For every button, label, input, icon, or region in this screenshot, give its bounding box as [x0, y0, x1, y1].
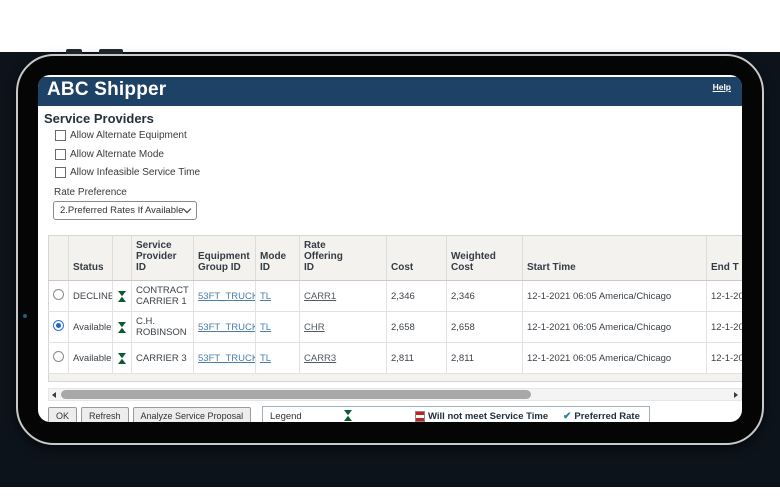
column-header-cost: Cost — [387, 236, 447, 281]
column-header-provider: Service Provider ID — [132, 236, 194, 281]
equipment-link[interactable]: 53FT_TRUCK — [198, 322, 256, 333]
hourglass-icon — [117, 321, 127, 334]
app-title: ABC Shipper — [47, 79, 166, 101]
page-title: Service Providers — [44, 111, 154, 126]
screenshot-stage: ABC Shipper Help Service Providers Allow… — [0, 0, 780, 500]
service-providers-table: Status Service Provider ID Equipment Gro… — [48, 235, 742, 382]
table-row: Available C.H. ROBINSON 53FT_TRUCK TL CH… — [49, 312, 743, 343]
scroll-left-arrow-icon[interactable] — [52, 392, 56, 398]
rate-preference-select[interactable]: 2.Preferred Rates If Available — [53, 201, 197, 220]
table-header-row: Status Service Provider ID Equipment Gro… — [49, 236, 743, 281]
status-cell: Available — [69, 312, 113, 343]
end-time-cell: 12-1-20 — [707, 312, 743, 343]
legend-label: Legend — [270, 411, 302, 422]
chevron-down-icon — [183, 205, 191, 213]
table-row: DECLINED CONTRACT CARRIER 1 53FT_TRUCK T… — [49, 281, 743, 312]
row1-radio[interactable] — [53, 289, 64, 300]
provider-cell: C.H. ROBINSON — [132, 312, 194, 343]
app-screen: ABC Shipper Help Service Providers Allow… — [38, 75, 742, 422]
analyze-service-proposal-button[interactable]: Analyze Service Proposal — [133, 407, 252, 422]
hourglass-icon — [117, 352, 127, 365]
mode-link[interactable]: TL — [260, 322, 271, 333]
legend-item-label: Will not meet Service Time — [428, 411, 548, 422]
checkbox-label: Allow Infeasible Service Time — [70, 167, 200, 178]
check-icon: ✔ — [563, 412, 571, 422]
column-header-equipment: Equipment Group ID — [194, 236, 256, 281]
end-time-cell: 12-1-20 — [707, 343, 743, 374]
scroll-right-arrow-icon[interactable] — [734, 392, 738, 398]
column-header-weighted-cost: Weighted Cost — [447, 236, 523, 281]
checkbox-row-infeasible-service-time: Allow Infeasible Service Time — [55, 167, 200, 178]
status-cell: Available — [69, 343, 113, 374]
weighted-cost-cell: 2,658 — [447, 312, 523, 343]
start-time-cell: 12-1-2021 06:05 America/Chicago — [523, 281, 707, 312]
hourglass-icon — [343, 409, 353, 422]
equipment-link[interactable]: 53FT_TRUCK — [198, 353, 256, 364]
checkbox-label: Allow Alternate Mode — [70, 149, 164, 160]
provider-cell: CARRIER 3 — [132, 343, 194, 374]
mode-link[interactable]: TL — [260, 353, 271, 364]
weighted-cost-cell: 2,811 — [447, 343, 523, 374]
table-footer-strip — [49, 374, 743, 382]
column-header-indicator — [113, 236, 132, 281]
rate-offering-link[interactable]: CARR1 — [304, 291, 336, 302]
provider-cell: CONTRACT CARRIER 1 — [132, 281, 194, 312]
cost-cell: 2,346 — [387, 281, 447, 312]
rate-offering-link[interactable]: CARR3 — [304, 353, 336, 364]
mode-link[interactable]: TL — [260, 291, 271, 302]
rate-offering-link[interactable]: CHR — [304, 322, 325, 333]
tablet-camera-dot — [23, 314, 27, 318]
checkbox-label: Allow Alternate Equipment — [70, 130, 187, 141]
row2-radio-selected[interactable] — [53, 320, 64, 331]
status-cell: DECLINED — [69, 281, 113, 312]
legend-item-service-time: Will not meet Service Time — [415, 411, 548, 422]
table-row: Available CARRIER 3 53FT_TRUCK TL CARR3 … — [49, 343, 743, 374]
cost-cell: 2,658 — [387, 312, 447, 343]
legend-item-label: Preferred Rate — [574, 411, 639, 422]
refresh-button[interactable]: Refresh — [81, 407, 129, 422]
cost-cell: 2,811 — [387, 343, 447, 374]
column-header-end-time: End T — [707, 236, 743, 281]
end-time-cell: 12-1-20 — [707, 281, 743, 312]
legend-item-preferred-rate: ✔ Preferred Rate — [563, 411, 640, 422]
hourglass-icon — [117, 290, 127, 303]
help-link[interactable]: Help — [713, 82, 731, 92]
ok-button[interactable]: OK — [48, 407, 77, 422]
scrollbar-thumb[interactable] — [61, 390, 531, 399]
legend-box: Legend Will not meet Service Time ✔ Pref… — [262, 406, 650, 422]
column-header-start-time: Start Time — [523, 236, 707, 281]
column-header-rate-offering: Rate Offering ID — [300, 236, 387, 281]
rate-preference-label: Rate Preference — [54, 187, 127, 198]
checkbox-row-alternate-mode: Allow Alternate Mode — [55, 149, 164, 160]
checkbox-row-alternate-equipment: Allow Alternate Equipment — [55, 130, 187, 141]
start-time-cell: 12-1-2021 06:05 America/Chicago — [523, 312, 707, 343]
weighted-cost-cell: 2,346 — [447, 281, 523, 312]
allow-alternate-equipment-checkbox[interactable] — [55, 130, 66, 141]
service-time-flag-icon — [415, 411, 425, 422]
row3-radio[interactable] — [53, 351, 64, 362]
allow-alternate-mode-checkbox[interactable] — [55, 149, 66, 160]
start-time-cell: 12-1-2021 06:05 America/Chicago — [523, 343, 707, 374]
footer-actions: OK Refresh Analyze Service Proposal — [48, 407, 251, 422]
rate-preference-value: 2.Preferred Rates If Available — [60, 205, 184, 216]
column-header-radio — [49, 236, 69, 281]
column-header-status: Status — [69, 236, 113, 281]
allow-infeasible-service-time-checkbox[interactable] — [55, 167, 66, 178]
app-header-bar: ABC Shipper Help — [38, 77, 742, 106]
column-header-mode: Mode ID — [256, 236, 300, 281]
equipment-link[interactable]: 53FT_TRUCK — [198, 291, 256, 302]
horizontal-scrollbar[interactable] — [48, 388, 742, 401]
